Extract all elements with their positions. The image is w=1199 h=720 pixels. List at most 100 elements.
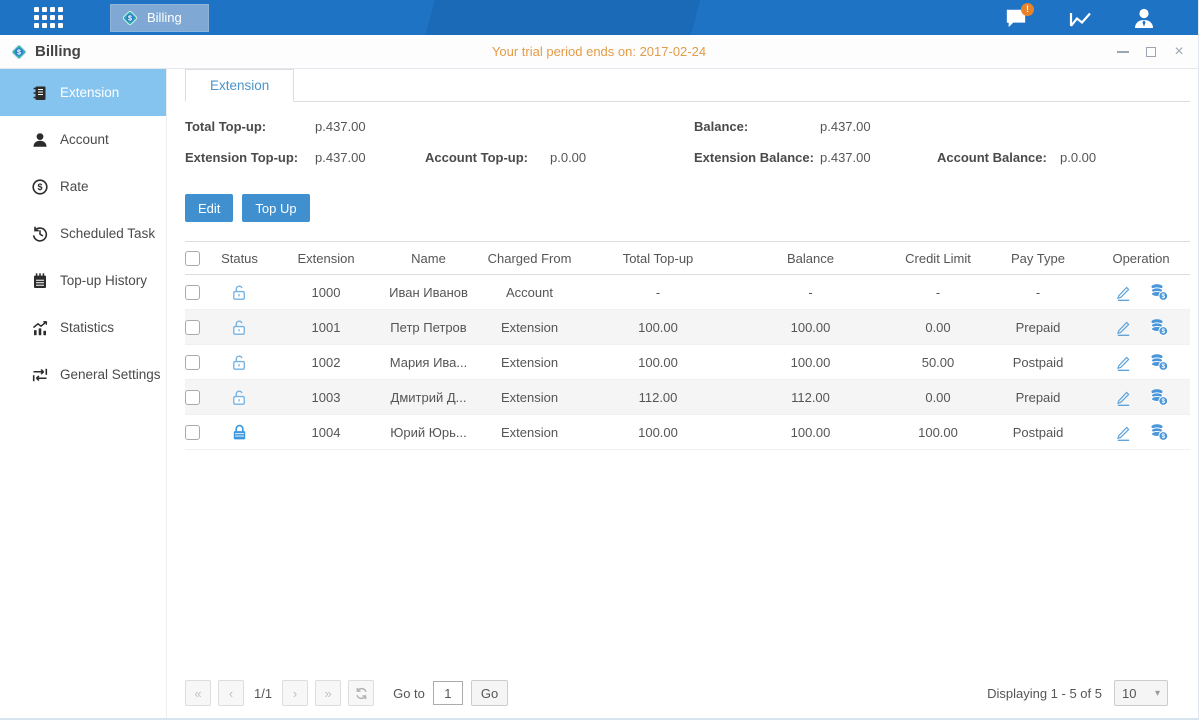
cell-total-topup: - — [587, 285, 729, 300]
svg-text:$: $ — [128, 13, 132, 22]
column-header-status[interactable]: Status — [212, 251, 267, 266]
goto-page-input[interactable] — [433, 681, 463, 705]
lock-open-icon[interactable] — [230, 388, 249, 407]
column-header-balance[interactable]: Balance — [729, 251, 892, 266]
cell-extension: 1001 — [267, 320, 385, 335]
svg-text:$: $ — [37, 182, 42, 192]
edit-pencil-icon[interactable] — [1114, 318, 1133, 337]
sidebar-item-rate[interactable]: $ Rate — [0, 163, 166, 210]
cell-credit-limit: 0.00 — [892, 390, 984, 405]
svg-text:$: $ — [1161, 293, 1165, 300]
select-all-checkbox[interactable] — [185, 251, 200, 266]
edit-pencil-icon[interactable] — [1114, 283, 1133, 302]
lock-open-icon[interactable] — [230, 353, 249, 372]
sidebar-item-account[interactable]: Account — [0, 116, 166, 163]
chat-icon[interactable]: ! — [1002, 5, 1030, 31]
topbar-tab-billing[interactable]: $ Billing — [110, 4, 209, 32]
column-header-charged-from[interactable]: Charged From — [472, 251, 587, 266]
row-checkbox[interactable] — [185, 320, 200, 335]
row-checkbox[interactable] — [185, 355, 200, 370]
prev-page-button[interactable]: ‹ — [218, 680, 244, 706]
cell-credit-limit: 50.00 — [892, 355, 984, 370]
extensions-table: Status Extension Name Charged From Total… — [185, 241, 1190, 450]
cell-balance: 100.00 — [729, 425, 892, 440]
topup-coins-icon[interactable]: $ — [1149, 422, 1169, 442]
edit-button[interactable]: Edit — [185, 194, 233, 222]
refresh-button[interactable] — [348, 680, 374, 706]
column-header-name[interactable]: Name — [385, 251, 472, 266]
sidebar-item-label: Extension — [60, 85, 119, 100]
column-header-operation[interactable]: Operation — [1092, 251, 1190, 266]
sidebar-item-scheduled-task[interactable]: Scheduled Task — [0, 210, 166, 257]
topbar: $ Billing ! — [0, 0, 1198, 35]
cell-pay-type: Prepaid — [984, 390, 1092, 405]
sidebar-item-general-settings[interactable]: General Settings — [0, 351, 166, 398]
table-row[interactable]: 1000 Иван Иванов Account - - - - $ — [185, 275, 1190, 310]
close-icon[interactable]: × — [1172, 45, 1186, 59]
go-button[interactable]: Go — [471, 680, 508, 706]
lock-open-icon[interactable] — [230, 283, 249, 302]
sidebar-item-extension[interactable]: Extension — [0, 69, 166, 116]
summary-panel: Total Top-up: p.437.00 Balance: p.437.00… — [185, 116, 1190, 178]
chevron-down-icon: ▾ — [1155, 688, 1160, 699]
account-balance-label: Account Balance: — [937, 150, 1047, 165]
sidebar-item-topup-history[interactable]: Top-up History — [0, 257, 166, 304]
minimize-icon[interactable] — [1116, 45, 1130, 59]
notification-badge: ! — [1021, 3, 1034, 16]
chart-icon[interactable] — [1066, 5, 1094, 31]
edit-pencil-icon[interactable] — [1114, 353, 1133, 372]
table-body: 1000 Иван Иванов Account - - - - $ — [185, 275, 1190, 450]
sidebar-item-statistics[interactable]: Statistics — [0, 304, 166, 351]
cell-extension: 1004 — [267, 425, 385, 440]
topup-coins-icon[interactable]: $ — [1149, 282, 1169, 302]
goto-label: Go to — [393, 686, 425, 701]
tab-bar: Extension — [185, 69, 1190, 102]
cell-extension: 1003 — [267, 390, 385, 405]
sidebar-item-label: General Settings — [60, 367, 161, 382]
extension-icon — [31, 84, 49, 102]
lock-closed-icon[interactable] — [230, 423, 249, 442]
topup-coins-icon[interactable]: $ — [1149, 317, 1169, 337]
titlebar: $ Billing Your trial period ends on: 201… — [0, 35, 1198, 69]
refresh-icon — [354, 686, 369, 701]
cell-extension: 1000 — [267, 285, 385, 300]
svg-text:$: $ — [1161, 363, 1165, 370]
row-checkbox[interactable] — [185, 425, 200, 440]
top-up-button[interactable]: Top Up — [242, 194, 309, 222]
table-row[interactable]: 1001 Петр Петров Extension 100.00 100.00… — [185, 310, 1190, 345]
first-page-button[interactable]: « — [185, 680, 211, 706]
cell-total-topup: 112.00 — [587, 390, 729, 405]
total-topup-value: p.437.00 — [315, 119, 366, 134]
total-topup-label: Total Top-up: — [185, 119, 266, 134]
cell-charged-from: Extension — [472, 320, 587, 335]
row-checkbox[interactable] — [185, 390, 200, 405]
cell-balance: 100.00 — [729, 320, 892, 335]
table-row[interactable]: 1003 Дмитрий Д... Extension 112.00 112.0… — [185, 380, 1190, 415]
account-icon — [31, 131, 49, 149]
row-checkbox[interactable] — [185, 285, 200, 300]
lock-open-icon[interactable] — [230, 318, 249, 337]
topup-coins-icon[interactable]: $ — [1149, 352, 1169, 372]
apps-grid-icon[interactable] — [34, 7, 64, 29]
column-header-pay-type[interactable]: Pay Type — [984, 251, 1092, 266]
edit-pencil-icon[interactable] — [1114, 388, 1133, 407]
cell-name: Петр Петров — [385, 320, 472, 335]
next-page-button[interactable]: › — [282, 680, 308, 706]
table-header-row: Status Extension Name Charged From Total… — [185, 241, 1190, 275]
account-topup-label: Account Top-up: — [425, 150, 528, 165]
topup-coins-icon[interactable]: $ — [1149, 387, 1169, 407]
last-page-button[interactable]: » — [315, 680, 341, 706]
sidebar-item-label: Top-up History — [60, 273, 147, 288]
table-row[interactable]: 1002 Мария Ива... Extension 100.00 100.0… — [185, 345, 1190, 380]
edit-pencil-icon[interactable] — [1114, 423, 1133, 442]
column-header-extension[interactable]: Extension — [267, 251, 385, 266]
table-row[interactable]: 1004 Юрий Юрь... Extension 100.00 100.00… — [185, 415, 1190, 450]
maximize-icon[interactable] — [1144, 45, 1158, 59]
displaying-text: Displaying 1 - 5 of 5 — [987, 686, 1102, 701]
tab-extension[interactable]: Extension — [185, 69, 294, 102]
column-header-credit-limit[interactable]: Credit Limit — [892, 251, 984, 266]
user-icon[interactable] — [1130, 5, 1158, 31]
page-size-select[interactable]: 10 ▾ — [1114, 680, 1168, 706]
cell-total-topup: 100.00 — [587, 355, 729, 370]
column-header-total-topup[interactable]: Total Top-up — [587, 251, 729, 266]
